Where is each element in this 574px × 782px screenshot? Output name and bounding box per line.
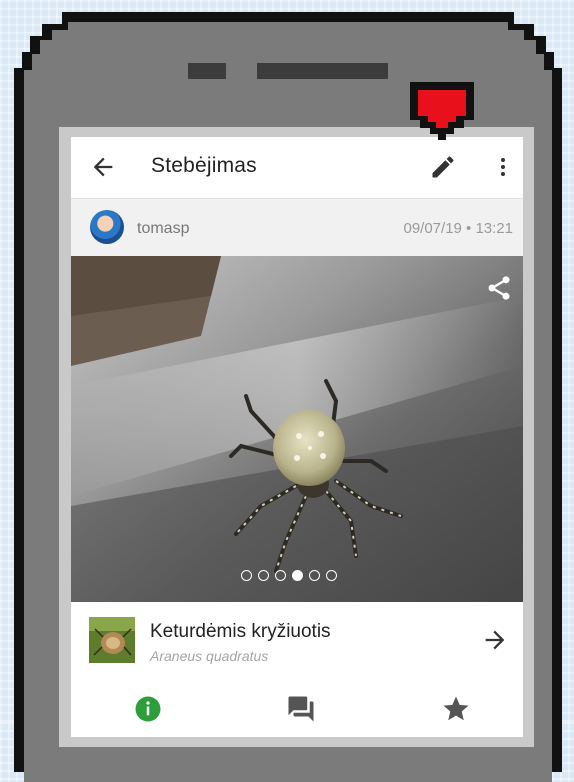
- more-vertical-icon: [501, 158, 505, 176]
- pencil-icon: [432, 156, 454, 178]
- app-screen: Stebėjimas tomasp 09/07/19 • 13:21 Ketur…: [71, 137, 523, 737]
- species-open-button[interactable]: [481, 626, 509, 654]
- pointer-marker-icon: [410, 82, 474, 140]
- avatar[interactable]: [90, 210, 124, 244]
- share-button[interactable]: [485, 274, 513, 302]
- star-icon: [443, 696, 469, 721]
- tab-comments[interactable]: [286, 694, 316, 724]
- arrow-left-icon: [93, 157, 113, 177]
- back-button[interactable]: [89, 153, 117, 181]
- comments-icon: [288, 696, 314, 722]
- arrow-right-icon: [485, 630, 505, 650]
- app-bar: Stebėjimas: [71, 137, 523, 198]
- more-options-button[interactable]: [491, 153, 515, 181]
- species-common-name: Keturdėmis kryžiuotis: [150, 621, 331, 642]
- edit-button[interactable]: [429, 153, 457, 181]
- info-icon: [135, 696, 161, 722]
- observation-timestamp: 09/07/19 • 13:21: [403, 220, 513, 237]
- photo-pager-dot[interactable]: [292, 570, 303, 581]
- observation-photo[interactable]: [71, 256, 523, 602]
- photo-pager-dot[interactable]: [275, 570, 286, 581]
- phone-speaker: [257, 63, 388, 79]
- page-title: Stebėjimas: [151, 154, 257, 177]
- photo-pager[interactable]: [241, 570, 337, 584]
- tab-info[interactable]: [133, 694, 163, 724]
- photo-pager-dot[interactable]: [309, 570, 320, 581]
- username[interactable]: tomasp: [137, 220, 189, 238]
- phone-camera: [188, 63, 226, 79]
- photo-pager-dot[interactable]: [326, 570, 337, 581]
- photo-pager-dot[interactable]: [241, 570, 252, 581]
- photo-pager-dot[interactable]: [258, 570, 269, 581]
- spider-photo: [71, 256, 523, 602]
- bottom-tabs: [71, 678, 523, 737]
- species-scientific-name: Araneus quadratus: [150, 648, 269, 664]
- species-row[interactable]: Keturdėmis kryžiuotis Araneus quadratus: [71, 602, 523, 679]
- spider-thumbnail-image: [89, 617, 135, 663]
- tab-favorites[interactable]: [441, 694, 471, 724]
- species-thumbnail[interactable]: [89, 617, 135, 663]
- share-icon: [488, 276, 510, 300]
- observer-row[interactable]: tomasp 09/07/19 • 13:21: [71, 198, 523, 257]
